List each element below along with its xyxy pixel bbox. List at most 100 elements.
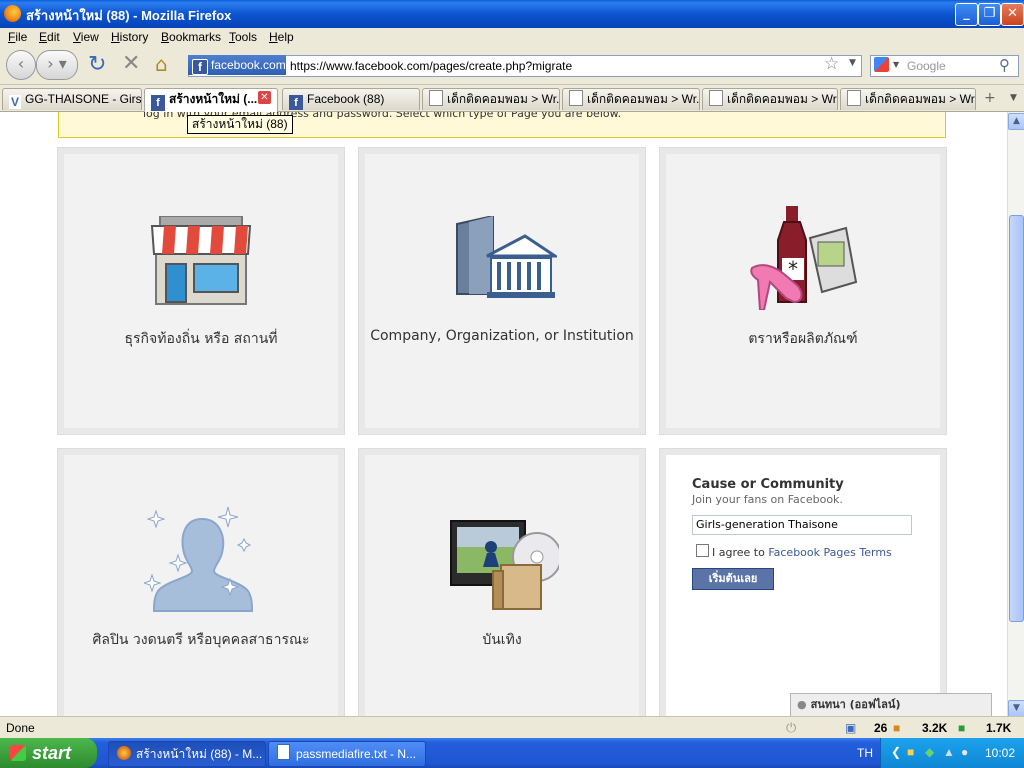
site-badge-text: facebook.com <box>211 58 286 72</box>
clock[interactable]: 10:02 <box>985 746 1015 760</box>
page-name-input[interactable]: Girls-generation Thaisone <box>692 515 912 535</box>
forward-button[interactable]: › ▾ <box>36 50 78 80</box>
menu-help[interactable]: Help <box>269 30 294 44</box>
title-bar: สร้างหน้าใหม่ (88) - Mozilla Firefox _ ❐… <box>0 0 1024 28</box>
windows-logo-icon <box>10 745 26 761</box>
tab-label: เด็กติดคอมพอม > Wr... <box>587 92 700 106</box>
category-brand-product[interactable]: * ตราหรือผลิตภัณฑ์ <box>660 148 946 434</box>
form-subtitle: Join your fans on Facebook. <box>692 493 843 506</box>
maximize-button[interactable]: ❐ <box>978 3 1001 26</box>
search-icon[interactable]: ⚲ <box>999 56 1010 74</box>
tray-app-icon-3[interactable]: ● <box>961 745 968 759</box>
category-cause-community: Cause or Community Join your fans on Fac… <box>660 449 946 716</box>
menu-edit[interactable]: Edit <box>39 30 60 44</box>
url-dropdown-icon[interactable]: ▼ <box>849 58 856 68</box>
close-button[interactable]: ✕ <box>1001 3 1024 26</box>
facebook-icon: f <box>151 95 165 111</box>
tab-forum-2[interactable]: เด็กติดคอมพอม > Wr... <box>562 88 700 110</box>
search-engine-dropdown-icon[interactable]: ▼ <box>893 60 899 69</box>
upload-icon: ■ <box>958 721 966 735</box>
stop-icon[interactable]: ✕ <box>122 51 140 76</box>
home-icon[interactable]: ⌂ <box>155 52 168 76</box>
category-artist-public-figure[interactable]: ศิลปิน วงดนตรี หรือบุคคลสาธารณะ <box>58 449 344 716</box>
tab-label: เด็กติดคอมพอม > Wr... <box>727 92 838 106</box>
start-label: start <box>32 743 72 763</box>
menu-tools[interactable]: Tools <box>229 30 257 44</box>
chat-status-text: สนทนา (ออฟไลน์) <box>810 698 901 711</box>
firefox-icon <box>117 746 131 760</box>
taskbar-firefox[interactable]: สร้างหน้าใหม่ (88) - M... <box>108 741 266 767</box>
menu-view[interactable]: View <box>73 30 99 44</box>
bookmark-star-icon[interactable]: ☆ <box>824 54 839 74</box>
reload-icon[interactable]: ↻ <box>88 52 106 77</box>
menu-bookmarks[interactable]: Bookmarks <box>161 30 221 44</box>
taskbar-notepad[interactable]: passmediafire.txt - N... <box>268 741 426 767</box>
tab-label: GG-THAISONE - Girs... <box>25 92 142 106</box>
tab-label: Facebook (88) <box>307 92 385 106</box>
google-engine-icon[interactable] <box>874 57 889 72</box>
category-label: ตราหรือผลิตภัณฑ์ <box>748 331 858 347</box>
scroll-down-icon[interactable]: ▼ <box>1008 700 1024 717</box>
facebook-icon: f <box>192 59 208 75</box>
tab-label: เด็กติดคอมพอม > Wr... <box>447 92 560 106</box>
get-started-button[interactable]: เริ่มต้นเลย <box>692 568 774 590</box>
page-icon <box>429 90 443 106</box>
chat-bar[interactable]: ● สนทนา (ออฟไลน์) <box>790 693 992 717</box>
status-text: Done <box>6 721 35 735</box>
minimize-button[interactable]: _ <box>955 3 978 26</box>
tab-gg-thaisone[interactable]: V GG-THAISONE - Girs... <box>2 88 142 110</box>
category-local-business[interactable]: ธุรกิจท้องถิ่น หรือ สถานที่ <box>58 148 344 434</box>
tab-forum-4[interactable]: เด็กติดคอมพอม > Wr... <box>840 88 976 110</box>
terms-checkbox[interactable] <box>696 544 709 557</box>
status-count-2: 3.2K <box>922 721 948 735</box>
scroll-up-icon[interactable]: ▲ <box>1008 113 1024 130</box>
category-company[interactable]: Company, Organization, or Institution <box>359 148 645 434</box>
tab-label: สร้างหน้าใหม่ (... <box>169 92 258 106</box>
tray-network-icon[interactable]: ▲ <box>943 745 955 759</box>
site-identity-badge[interactable]: f facebook.com <box>188 55 286 75</box>
tab-tooltip: สร้างหน้าใหม่ (88) <box>187 115 293 134</box>
system-tray: TH ❮ ■ ◆ ▲ ● 10:02 <box>857 738 1024 768</box>
tab-list-icon[interactable]: ▼ <box>1010 93 1017 103</box>
task-label: สร้างหน้าใหม่ (88) - M... <box>136 747 263 761</box>
tray-app-icon-2[interactable]: ◆ <box>925 745 934 759</box>
page-icon <box>709 90 723 106</box>
brand-product-icon: * <box>750 206 858 310</box>
terms-link[interactable]: Facebook Pages Terms <box>768 546 891 559</box>
tab-forum-1[interactable]: เด็กติดคอมพอม > Wr... <box>422 88 560 110</box>
agree-text: I agree to <box>712 546 769 559</box>
notepad-icon <box>277 744 290 760</box>
addon-icon: ⏻ <box>786 720 797 735</box>
tab-facebook[interactable]: f Facebook (88) <box>282 88 420 110</box>
terms-agreement: I agree to Facebook Pages Terms <box>712 546 892 559</box>
category-label: บันเทิง <box>482 632 522 648</box>
facebook-icon: f <box>289 95 303 110</box>
tray-app-icon-1[interactable]: ■ <box>907 745 914 759</box>
firefox-icon <box>4 5 21 22</box>
page-icon <box>569 90 583 106</box>
form-title: Cause or Community <box>692 477 844 492</box>
menu-history[interactable]: History <box>111 30 148 44</box>
window-title: สร้างหน้าใหม่ (88) - Mozilla Firefox <box>26 8 232 23</box>
gg-icon: V <box>9 95 21 109</box>
category-label: Company, Organization, or Institution <box>370 328 634 344</box>
tab-close-icon[interactable]: ✕ <box>258 91 271 104</box>
menu-file[interactable]: File <box>8 30 27 44</box>
task-label: passmediafire.txt - N... <box>296 747 417 761</box>
category-label: ธุรกิจท้องถิ่น หรือ สถานที่ <box>124 331 278 347</box>
language-indicator[interactable]: TH <box>857 746 873 760</box>
url-text[interactable]: https://www.facebook.com/pages/create.ph… <box>290 59 572 73</box>
back-button[interactable]: ‹ <box>6 50 36 80</box>
category-entertainment[interactable]: บันเทิง <box>359 449 645 716</box>
chat-user-icon: ● <box>797 698 807 711</box>
tab-forum-3[interactable]: เด็กติดคอมพอม > Wr... <box>702 88 838 110</box>
entertainment-icon <box>450 520 559 610</box>
status-bar: Done ⏻ ▣ 26 ■ 3.2K ■ 1.7K <box>0 716 1024 739</box>
status-count-1: 26 <box>874 721 888 735</box>
page-content: log in with your email address and passw… <box>0 112 1007 716</box>
tray-arrow-icon[interactable]: ❮ <box>891 745 901 759</box>
storefront-icon <box>150 216 252 305</box>
new-tab-icon[interactable]: + <box>984 90 996 106</box>
start-button[interactable]: start <box>0 738 97 768</box>
scroll-thumb[interactable] <box>1009 215 1024 622</box>
